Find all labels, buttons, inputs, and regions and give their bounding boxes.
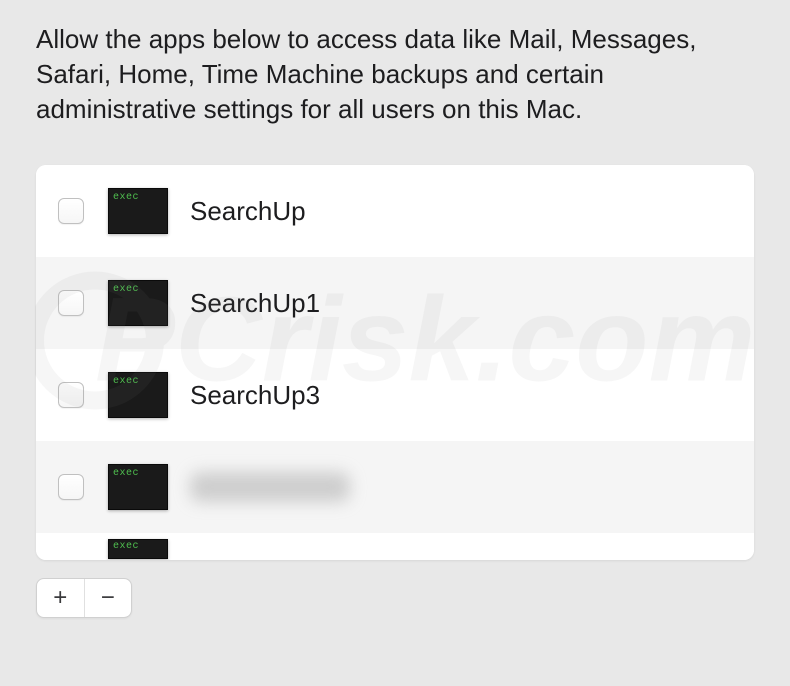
add-button[interactable]: + [37,579,85,617]
app-name-label: SearchUp1 [190,288,320,319]
description-text: Allow the apps below to access data like… [0,0,790,127]
app-terminal-icon [108,188,168,234]
app-name-label-redacted [190,472,350,502]
app-name-label: SearchUp3 [190,380,320,411]
app-terminal-icon [108,280,168,326]
list-item[interactable] [36,533,754,560]
app-terminal-icon [108,539,168,559]
list-item[interactable]: SearchUp1 [36,257,754,349]
remove-button[interactable]: − [85,579,132,617]
checkbox[interactable] [58,290,84,316]
checkbox[interactable] [58,198,84,224]
app-list: SearchUp SearchUp1 SearchUp3 [36,165,754,560]
app-terminal-icon [108,372,168,418]
list-item[interactable]: SearchUp [36,165,754,257]
checkbox[interactable] [58,474,84,500]
list-item[interactable] [36,441,754,533]
list-toolbar: + − [36,578,132,618]
checkbox[interactable] [58,382,84,408]
app-name-label: SearchUp [190,196,306,227]
list-item[interactable]: SearchUp3 [36,349,754,441]
app-terminal-icon [108,464,168,510]
